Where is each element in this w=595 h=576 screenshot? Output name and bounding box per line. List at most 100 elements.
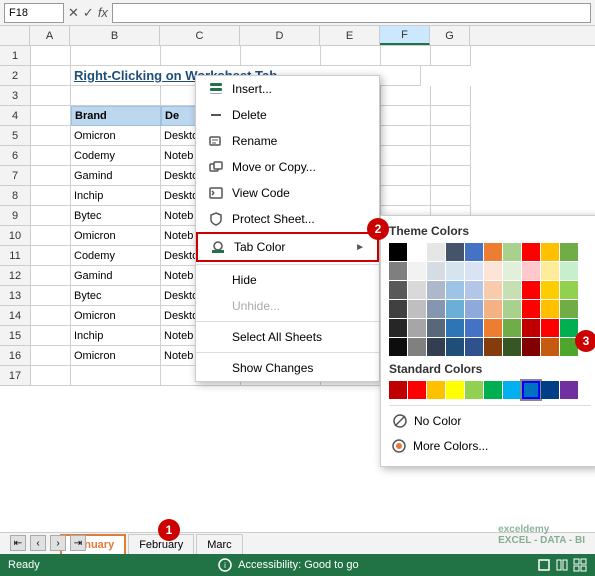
theme-color-cell[interactable] xyxy=(465,243,483,261)
row-header-11[interactable]: 11 xyxy=(0,246,30,266)
cell-a6[interactable] xyxy=(31,146,71,166)
theme-color-cell[interactable] xyxy=(560,319,578,337)
theme-color-cell[interactable] xyxy=(503,319,521,337)
theme-color-cell[interactable] xyxy=(484,338,502,356)
standard-color-cell[interactable] xyxy=(541,381,559,399)
theme-color-cell[interactable] xyxy=(446,300,464,318)
theme-color-cell[interactable] xyxy=(560,281,578,299)
ctx-delete[interactable]: Delete xyxy=(196,102,379,128)
theme-color-cell[interactable] xyxy=(560,243,578,261)
cell-a15[interactable] xyxy=(31,326,71,346)
cell-a4[interactable] xyxy=(31,106,71,126)
row-header-12[interactable]: 12 xyxy=(0,266,30,286)
theme-color-cell[interactable] xyxy=(541,262,559,280)
theme-color-cell[interactable] xyxy=(408,338,426,356)
cell-a1[interactable] xyxy=(31,46,71,66)
row-header-13[interactable]: 13 xyxy=(0,286,30,306)
row-header-7[interactable]: 7 xyxy=(0,166,30,186)
cell-b10[interactable]: Omicron xyxy=(71,226,161,246)
theme-color-cell[interactable] xyxy=(541,338,559,356)
row-header-14[interactable]: 14 xyxy=(0,306,30,326)
cell-a13[interactable] xyxy=(31,286,71,306)
theme-color-cell[interactable] xyxy=(427,281,445,299)
theme-color-cell[interactable] xyxy=(522,281,540,299)
theme-color-cell[interactable] xyxy=(484,319,502,337)
theme-color-cell[interactable] xyxy=(465,262,483,280)
theme-color-cell[interactable] xyxy=(465,338,483,356)
cell-f1[interactable] xyxy=(381,46,431,66)
theme-color-cell[interactable] xyxy=(484,281,502,299)
theme-color-cell[interactable] xyxy=(446,262,464,280)
standard-color-cell[interactable] xyxy=(560,381,578,399)
cell-a7[interactable] xyxy=(31,166,71,186)
row-header-4[interactable]: 4 xyxy=(0,106,30,126)
cell-b12[interactable]: Gamind xyxy=(71,266,161,286)
cell-f6[interactable] xyxy=(381,146,431,166)
row-header-2[interactable]: 2 xyxy=(0,66,30,86)
cell-a10[interactable] xyxy=(31,226,71,246)
theme-color-cell[interactable] xyxy=(541,243,559,261)
theme-color-cell[interactable] xyxy=(541,300,559,318)
cell-a8[interactable] xyxy=(31,186,71,206)
theme-color-cell[interactable] xyxy=(484,300,502,318)
row-header-9[interactable]: 9 xyxy=(0,206,30,226)
row-header-6[interactable]: 6 xyxy=(0,146,30,166)
ctx-rename[interactable]: Rename xyxy=(196,128,379,154)
theme-color-cell[interactable] xyxy=(522,262,540,280)
ctx-showchanges[interactable]: Show Changes xyxy=(196,355,379,381)
cell-f7[interactable] xyxy=(381,166,431,186)
ctx-selectall[interactable]: Select All Sheets xyxy=(196,324,379,350)
cancel-icon[interactable]: ✕ xyxy=(68,5,79,21)
cell-b6[interactable]: Codemy xyxy=(71,146,161,166)
col-header-d[interactable]: D xyxy=(240,26,320,45)
standard-color-cell[interactable] xyxy=(408,381,426,399)
formula-input[interactable] xyxy=(112,3,591,23)
cell-b9[interactable]: Bytec xyxy=(71,206,161,226)
theme-color-cell[interactable] xyxy=(427,300,445,318)
normal-view-icon[interactable] xyxy=(537,558,551,572)
theme-color-cell[interactable] xyxy=(389,338,407,356)
tab-nav-first[interactable]: ⇤ xyxy=(10,535,26,551)
cell-g8[interactable] xyxy=(431,186,471,206)
col-header-b[interactable]: B xyxy=(70,26,160,45)
theme-color-cell[interactable] xyxy=(522,319,540,337)
page-layout-icon[interactable] xyxy=(555,558,569,572)
theme-color-cell[interactable] xyxy=(522,243,540,261)
standard-color-cell[interactable] xyxy=(522,381,540,399)
cell-b7[interactable]: Gamind xyxy=(71,166,161,186)
cell-b11[interactable]: Codemy xyxy=(71,246,161,266)
cell-g5[interactable] xyxy=(431,126,471,146)
theme-color-cell[interactable] xyxy=(408,281,426,299)
ctx-unhide[interactable]: Unhide... xyxy=(196,293,379,319)
no-color-row[interactable]: No Color xyxy=(389,408,591,434)
cell-g6[interactable] xyxy=(431,146,471,166)
theme-color-cell[interactable] xyxy=(560,300,578,318)
cell-f8[interactable] xyxy=(381,186,431,206)
cell-g1[interactable] xyxy=(431,46,471,66)
theme-color-cell[interactable] xyxy=(541,281,559,299)
theme-color-cell[interactable] xyxy=(465,319,483,337)
theme-color-cell[interactable] xyxy=(465,300,483,318)
theme-color-cell[interactable] xyxy=(389,243,407,261)
col-header-e[interactable]: E xyxy=(320,26,380,45)
theme-color-cell[interactable] xyxy=(503,300,521,318)
ctx-insert[interactable]: Insert... xyxy=(196,76,379,102)
cell-a17[interactable] xyxy=(31,366,71,386)
tab-nav-next[interactable]: › xyxy=(50,535,66,551)
cell-g4[interactable] xyxy=(431,106,471,126)
theme-color-cell[interactable] xyxy=(560,262,578,280)
col-header-f[interactable]: F xyxy=(380,26,430,45)
cell-b13[interactable]: Bytec xyxy=(71,286,161,306)
row-header-3[interactable]: 3 xyxy=(0,86,30,106)
cell-a11[interactable] xyxy=(31,246,71,266)
theme-color-cell[interactable] xyxy=(503,243,521,261)
standard-color-cell[interactable] xyxy=(484,381,502,399)
cell-b3[interactable] xyxy=(71,86,161,106)
theme-color-cell[interactable] xyxy=(408,243,426,261)
row-header-17[interactable]: 17 xyxy=(0,366,30,386)
col-header-a[interactable]: A xyxy=(30,26,70,45)
tab-nav-prev[interactable]: ‹ xyxy=(30,535,46,551)
cell-c1[interactable] xyxy=(161,46,241,66)
theme-color-cell[interactable] xyxy=(503,281,521,299)
cell-b17[interactable] xyxy=(71,366,161,386)
